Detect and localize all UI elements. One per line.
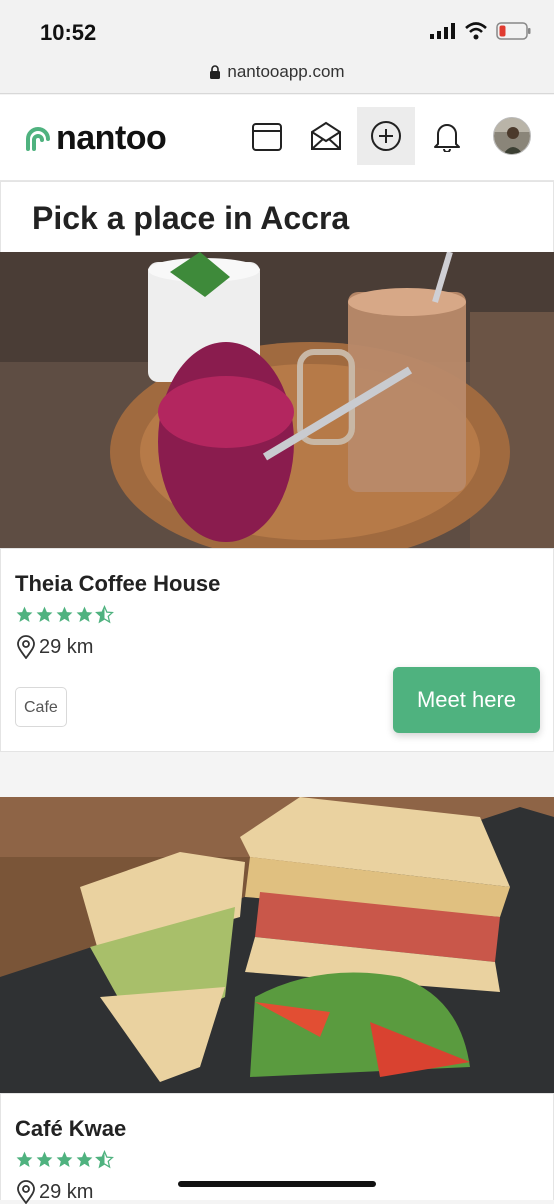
location-pin-icon <box>17 1180 35 1204</box>
messages-button[interactable] <box>297 107 355 165</box>
calendar-button[interactable] <box>238 107 296 165</box>
distance-value: 29 km <box>39 1180 94 1203</box>
place-name[interactable]: Café Kwae <box>15 1116 126 1142</box>
home-indicator[interactable] <box>178 1181 376 1187</box>
nantoo-logo[interactable]: nantoo <box>22 119 167 158</box>
calendar-icon <box>252 123 282 151</box>
drinks-photo <box>0 252 554 548</box>
star-icon <box>36 1151 53 1168</box>
star-icon <box>16 606 33 623</box>
star-icon <box>16 1151 33 1168</box>
star-icon <box>76 1151 93 1168</box>
status-time: 10:52 <box>40 20 97 45</box>
avatar[interactable] <box>493 117 531 155</box>
meet-here-button[interactable]: Meet here <box>393 667 540 733</box>
envelope-icon <box>311 121 341 150</box>
page-title: Pick a place in Accra <box>32 200 350 236</box>
wifi-icon <box>465 22 487 40</box>
rating-stars <box>15 1150 114 1169</box>
category-tag: Cafe <box>15 687 67 727</box>
status-icons <box>430 22 532 40</box>
status-bar: 10:52 <box>0 0 554 50</box>
logo-text: nantoo <box>56 119 167 157</box>
distance: 29 km <box>15 1180 93 1204</box>
lock-icon <box>210 64 221 79</box>
half-star-icon <box>95 1150 114 1169</box>
plus-circle-icon <box>371 121 401 151</box>
rating-stars <box>15 605 114 624</box>
location-pin-icon <box>17 635 35 659</box>
distance-value: 29 km <box>39 635 94 658</box>
star-icon <box>36 606 53 623</box>
battery-icon <box>496 22 531 40</box>
create-button[interactable] <box>357 107 415 165</box>
signal-icon <box>430 23 455 39</box>
url-text: nantooapp.com <box>227 61 345 81</box>
sandwich-photo <box>0 797 554 1093</box>
half-star-icon <box>95 605 114 624</box>
logo-mark-icon <box>26 126 50 151</box>
notifications-button[interactable] <box>418 107 476 165</box>
star-icon <box>56 1151 73 1168</box>
page-title-section: Pick a place in Accra <box>0 181 554 253</box>
star-icon <box>56 606 73 623</box>
url-bar[interactable]: nantooapp.com <box>0 50 554 94</box>
bell-icon <box>434 124 460 152</box>
place-name[interactable]: Theia Coffee House <box>15 571 220 597</box>
place-photo-kwae[interactable] <box>0 797 554 1093</box>
place-card-theia: Theia Coffee House 29 km Cafe Meet here <box>0 548 554 752</box>
app-header: nantoo <box>0 95 554 181</box>
star-icon <box>76 606 93 623</box>
place-photo-theia[interactable] <box>0 252 554 548</box>
distance: 29 km <box>15 635 93 659</box>
